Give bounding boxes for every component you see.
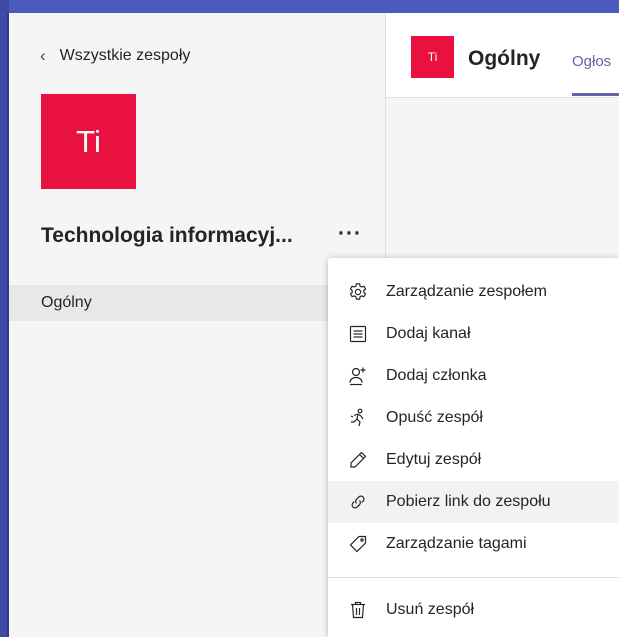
menu-label: Usuń zespół	[386, 601, 475, 618]
channel-title: Ogólny	[468, 47, 541, 70]
menu-label: Dodaj kanał	[386, 325, 471, 342]
menu-item-get-team-link[interactable]: Pobierz link do zespołu	[328, 481, 619, 523]
menu-label: Zarządzanie tagami	[386, 535, 527, 552]
menu-label: Pobierz link do zespołu	[386, 493, 551, 510]
menu-item-add-channel[interactable]: Dodaj kanał	[328, 313, 619, 355]
pencil-icon	[350, 451, 367, 468]
tab-posts[interactable]: Ogłos	[572, 53, 611, 70]
leave-team-icon	[350, 408, 364, 427]
menu-label: Dodaj członka	[386, 367, 487, 384]
menu-item-edit-team[interactable]: Edytuj zespół	[328, 439, 619, 481]
team-name: Technologia informacyj...	[41, 224, 293, 247]
more-options-button[interactable]: ···	[338, 222, 362, 246]
team-context-menu: Zarządzanie zespołem Dodaj kanał Dodaj c…	[328, 258, 619, 637]
menu-item-manage-tags[interactable]: Zarządzanie tagami	[328, 523, 619, 565]
menu-label: Opuść zespół	[386, 409, 483, 426]
menu-item-add-member[interactable]: Dodaj członka	[328, 355, 619, 397]
add-person-icon	[349, 367, 366, 386]
link-icon	[351, 495, 365, 509]
all-teams-label: Wszystkie zespoły	[59, 47, 191, 64]
chevron-left-icon: ‹	[40, 46, 46, 65]
channel-list-icon	[349, 325, 367, 343]
menu-label: Zarządzanie zespołem	[386, 283, 547, 300]
team-avatar-initials: Ti	[76, 123, 101, 159]
menu-item-manage-team[interactable]: Zarządzanie zespołem	[328, 271, 619, 313]
channel-team-avatar-initials: Ti	[427, 50, 438, 64]
channel-label: Ogólny	[41, 294, 92, 311]
gear-icon	[349, 283, 367, 300]
trash-icon	[351, 601, 365, 619]
menu-item-leave-team[interactable]: Opuść zespół	[328, 397, 619, 439]
team-avatar: Ti	[41, 94, 136, 189]
tag-icon	[349, 535, 367, 553]
channel-team-avatar: Ti	[411, 36, 454, 78]
active-tab-indicator	[572, 93, 619, 96]
channel-header: Ti Ogólny Ogłos	[386, 13, 619, 98]
window-top-border	[0, 0, 619, 13]
menu-item-delete-team[interactable]: Usuń zespół	[328, 589, 619, 631]
all-teams-back-link[interactable]: ‹ Wszystkie zespoły	[40, 46, 190, 66]
menu-divider	[328, 577, 619, 578]
menu-label: Edytuj zespół	[386, 451, 482, 468]
